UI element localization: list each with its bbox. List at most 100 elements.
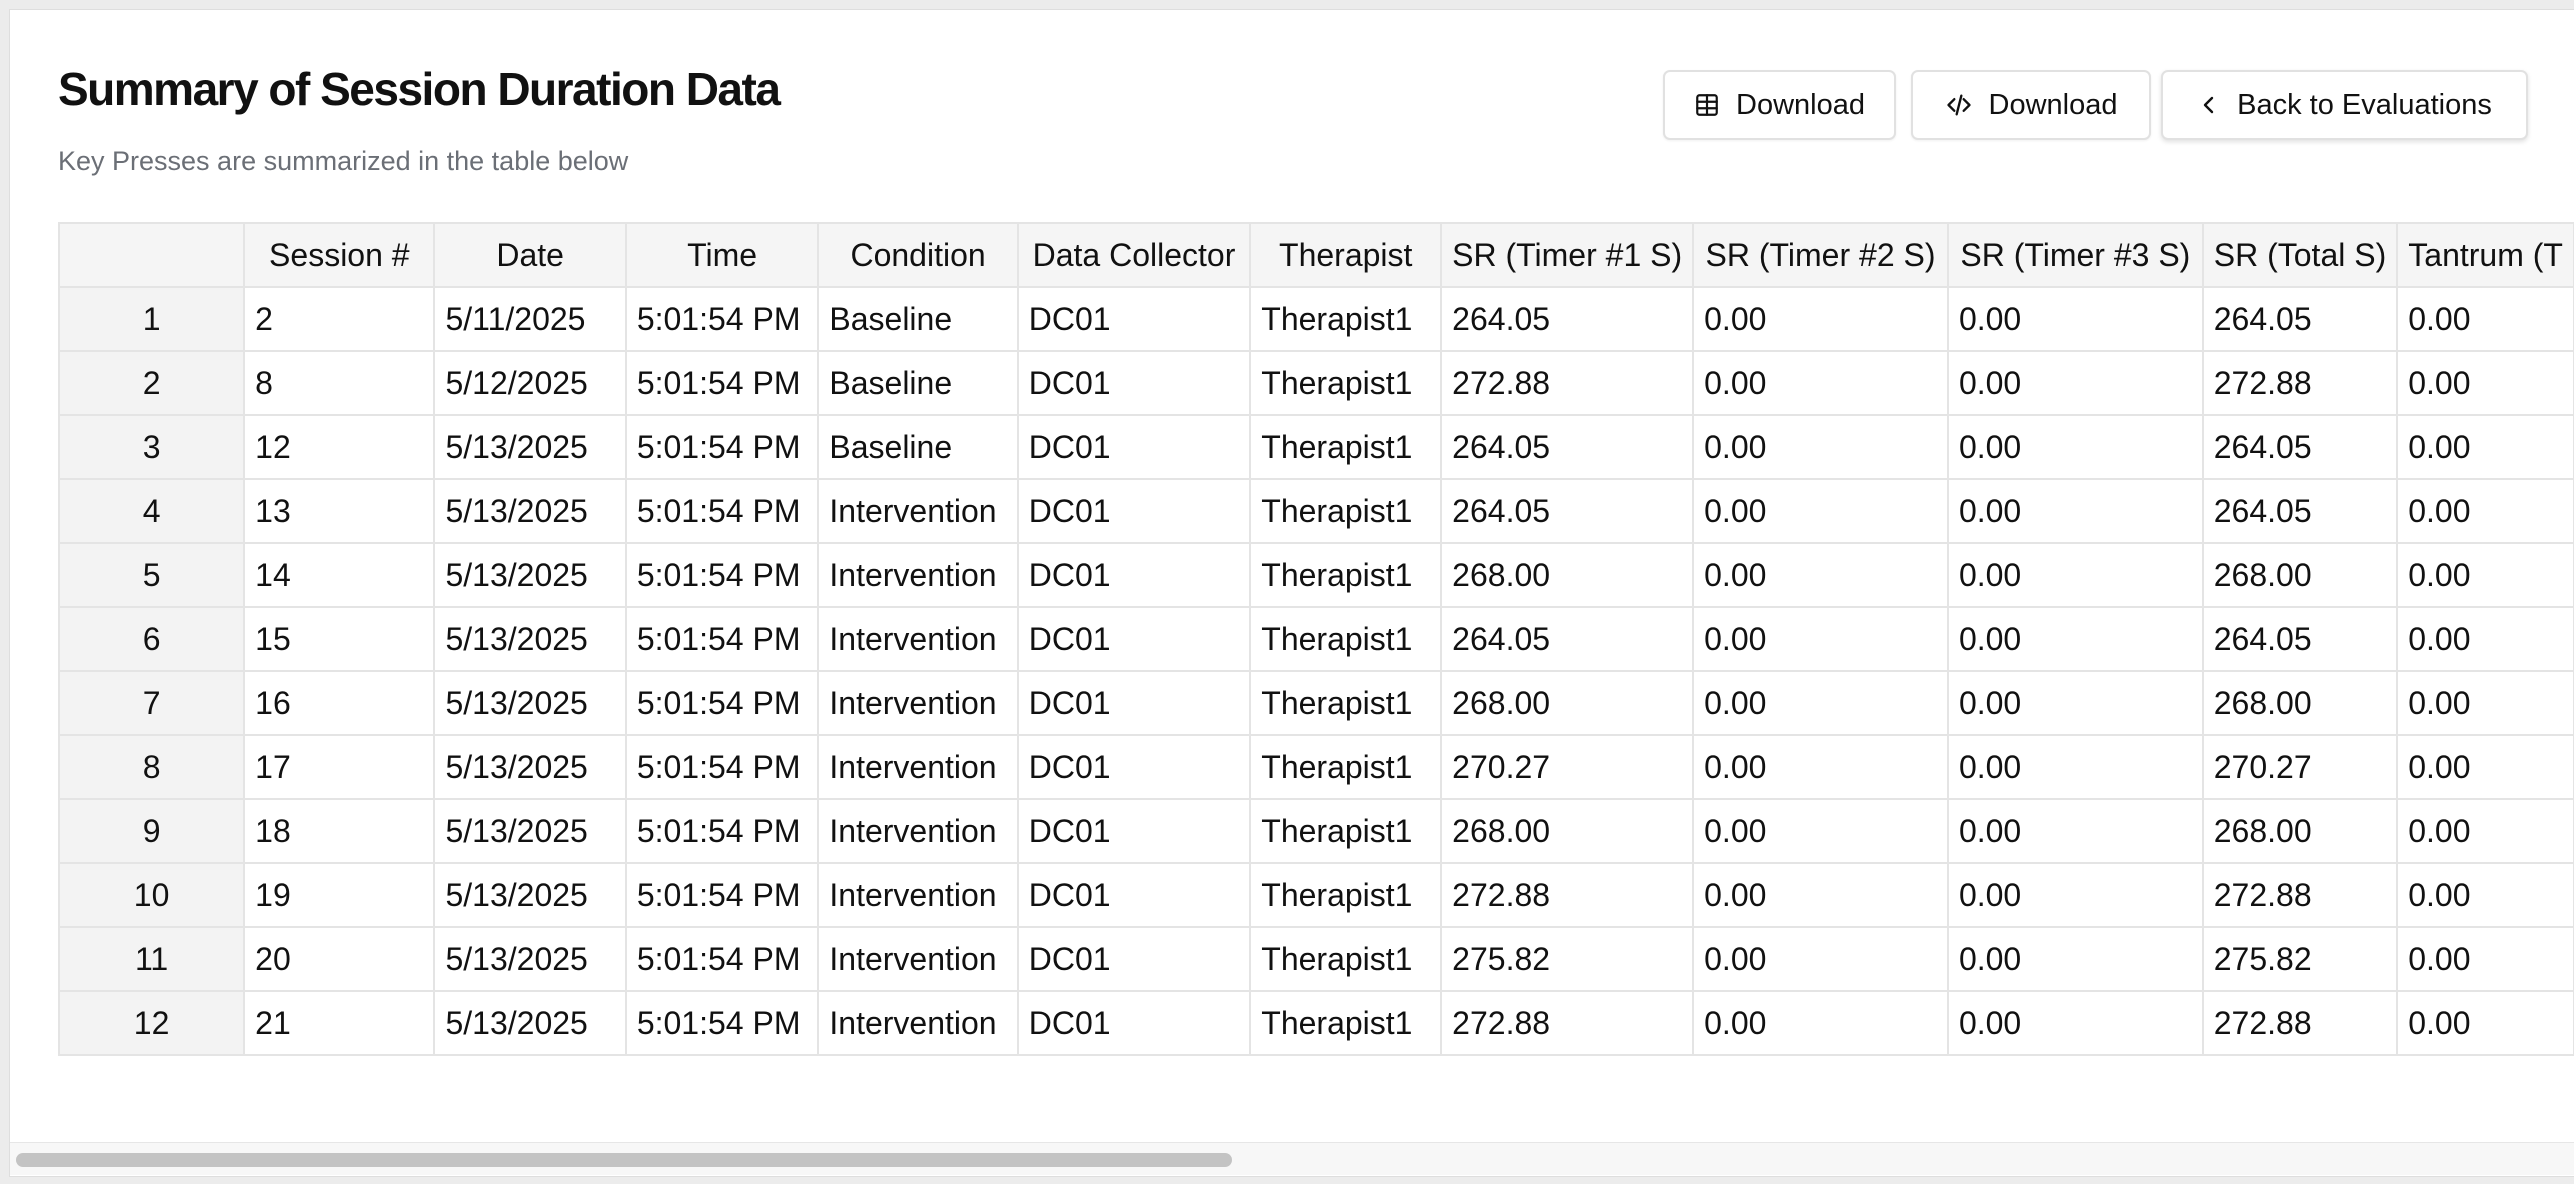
- table-cell: 5/13/2025: [433, 414, 627, 480]
- table-cell: 270.27: [2201, 734, 2399, 800]
- table-cell: 264.05: [1440, 414, 1695, 480]
- table-row: 2 8 5/12/2025 5:01:54 PM Baseline DC01 Therapi…: [57, 350, 2574, 416]
- table-cell: 5/13/2025: [433, 798, 627, 864]
- row-index-cell: 7: [57, 670, 246, 736]
- table-cell: 0.00: [1946, 414, 2204, 480]
- table-cell: 0.00: [1692, 606, 1949, 672]
- page-subtitle: Key Presses are summarized in the table …: [58, 146, 629, 176]
- table-cell: DC01: [1016, 542, 1252, 608]
- table-cell: 0.00: [2396, 734, 2574, 800]
- table-cell: Baseline: [817, 350, 1019, 416]
- table-cell: 264.05: [2201, 286, 2399, 352]
- table-cell: DC01: [1016, 606, 1252, 672]
- table-cell: 15: [243, 606, 436, 672]
- table-cell: 5/13/2025: [433, 990, 627, 1056]
- scrollbar-thumb[interactable]: [16, 1153, 1232, 1167]
- row-index-cell: 8: [57, 734, 246, 800]
- table-row: 9 18 5/13/2025 5:01:54 PM Intervention DC01 Th…: [57, 798, 2574, 864]
- table-cell: Baseline: [817, 414, 1019, 480]
- row-index-header: [57, 222, 246, 288]
- table-cell: Therapist1: [1249, 414, 1443, 480]
- table-icon: [1696, 94, 1718, 116]
- table-row: 5 14 5/13/2025 5:01:54 PM Intervention DC01 Th…: [57, 542, 2574, 608]
- table-cell: 0.00: [2396, 350, 2574, 416]
- table-cell: Therapist1: [1249, 990, 1443, 1056]
- download-csv-button[interactable]: Download: [1663, 70, 1896, 140]
- table-cell: Therapist1: [1249, 862, 1443, 928]
- table-cell: 0.00: [2396, 414, 2574, 480]
- table-cell: 268.00: [2201, 670, 2399, 736]
- table-cell: 268.00: [2201, 542, 2399, 608]
- column-header: SR (Timer #3 S): [1946, 222, 2204, 288]
- table-cell: 5/13/2025: [433, 926, 627, 992]
- row-index-cell: 10: [57, 862, 246, 928]
- table-cell: 272.88: [1440, 990, 1695, 1056]
- table-cell: 0.00: [2396, 542, 2574, 608]
- table-cell: 16: [243, 670, 436, 736]
- table-row: 12 21 5/13/2025 5:01:54 PM Intervention DC01 T…: [57, 990, 2574, 1056]
- table-cell: DC01: [1016, 862, 1252, 928]
- table-cell: 5:01:54 PM: [624, 350, 820, 416]
- table-cell: DC01: [1016, 670, 1252, 736]
- table-cell: 5/11/2025: [433, 286, 627, 352]
- table-cell: Intervention: [817, 798, 1019, 864]
- table-cell: 5/13/2025: [433, 734, 627, 800]
- table-cell: 0.00: [1692, 926, 1949, 992]
- table-cell: DC01: [1016, 350, 1252, 416]
- table-row: 8 17 5/13/2025 5:01:54 PM Intervention DC01 Th…: [57, 734, 2574, 800]
- table-cell: Intervention: [817, 734, 1019, 800]
- code-icon: [1946, 94, 1971, 116]
- table-row: 7 16 5/13/2025 5:01:54 PM Intervention DC01 Th…: [57, 670, 2574, 736]
- table-cell: 5:01:54 PM: [624, 990, 820, 1056]
- column-header: Session #: [243, 222, 436, 288]
- table-cell: 275.82: [1440, 926, 1695, 992]
- table-cell: 268.00: [1440, 798, 1695, 864]
- table-cell: 0.00: [2396, 798, 2574, 864]
- download-csv-label: Download: [1736, 88, 1865, 121]
- table-cell: Intervention: [817, 926, 1019, 992]
- table-cell: 5/12/2025: [433, 350, 627, 416]
- back-label: Back to Evaluations: [2237, 88, 2492, 121]
- table-row: 6 15 5/13/2025 5:01:54 PM Intervention DC01 Th…: [57, 606, 2574, 672]
- download-code-button[interactable]: Download: [1911, 70, 2151, 140]
- table-cell: 264.05: [1440, 478, 1695, 544]
- table-cell: DC01: [1016, 798, 1252, 864]
- table-cell: 268.00: [1440, 542, 1695, 608]
- column-header: Condition: [817, 222, 1019, 288]
- table-cell: 0.00: [1692, 286, 1949, 352]
- table-row: 11 20 5/13/2025 5:01:54 PM Intervention DC01 T…: [57, 926, 2574, 992]
- table-cell: 0.00: [2396, 606, 2574, 672]
- table-cell: 0.00: [2396, 478, 2574, 544]
- table-cell: 0.00: [1946, 606, 2204, 672]
- table-cell: 5:01:54 PM: [624, 542, 820, 608]
- row-index-cell: 5: [57, 542, 246, 608]
- column-header: Therapist: [1249, 222, 1443, 288]
- table-cell: 5:01:54 PM: [624, 670, 820, 736]
- back-to-evaluations-button[interactable]: Back to Evaluations: [2161, 70, 2528, 140]
- table-cell: 264.05: [2201, 414, 2399, 480]
- horizontal-scrollbar[interactable]: [10, 1142, 2574, 1175]
- table-cell: 5:01:54 PM: [624, 286, 820, 352]
- table-cell: 0.00: [1692, 990, 1949, 1056]
- table-cell: 0.00: [2396, 862, 2574, 928]
- table-row: 1 2 5/11/2025 5:01:54 PM Baseline DC01 Therapi…: [57, 286, 2574, 352]
- table-cell: DC01: [1016, 478, 1252, 544]
- table-cell: 5:01:54 PM: [624, 926, 820, 992]
- row-index-cell: 9: [57, 798, 246, 864]
- row-index-cell: 3: [57, 414, 246, 480]
- table-cell: 5/13/2025: [433, 670, 627, 736]
- table-header-row: Session # Date Time Condition Data Collector…: [57, 222, 2574, 288]
- table-cell: 275.82: [2201, 926, 2399, 992]
- table-cell: 0.00: [1946, 734, 2204, 800]
- table-cell: DC01: [1016, 926, 1252, 992]
- table-cell: 0.00: [1946, 350, 2204, 416]
- table-cell: 18: [243, 798, 436, 864]
- column-header: SR (Timer #1 S): [1440, 222, 1695, 288]
- table-cell: Intervention: [817, 542, 1019, 608]
- table-cell: 0.00: [1692, 670, 1949, 736]
- table-row: 3 12 5/13/2025 5:01:54 PM Baseline DC01 Therap…: [57, 414, 2574, 480]
- download-code-label: Download: [1988, 88, 2118, 121]
- table-cell: 264.05: [1440, 606, 1695, 672]
- table-cell: Therapist1: [1249, 926, 1443, 992]
- table-cell: 5:01:54 PM: [624, 414, 820, 480]
